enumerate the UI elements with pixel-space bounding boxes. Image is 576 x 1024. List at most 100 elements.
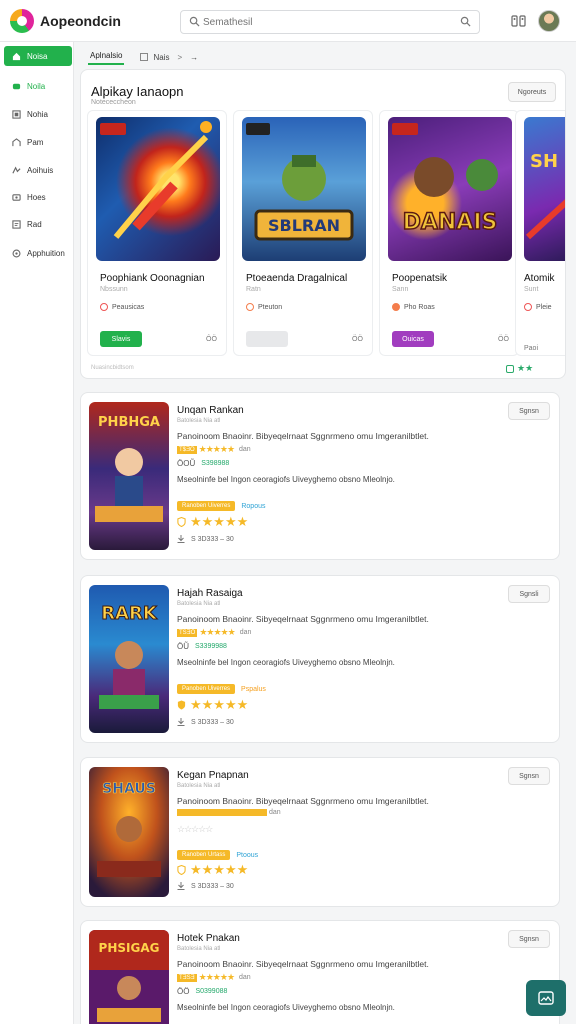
sidebar-item-settings[interactable]: Apphuition <box>4 243 72 263</box>
sidebar-item-home[interactable]: Noisa <box>4 46 72 66</box>
game-card[interactable]: SH Atomik Sunt Pleie Paoi <box>515 110 565 356</box>
apps-icon <box>12 109 21 119</box>
svg-text:PHBHGA: PHBHGA <box>98 415 160 430</box>
svg-text:DANAIS: DANAIS <box>403 210 498 235</box>
svg-text:PHSIGAG: PHSIGAG <box>99 941 160 955</box>
card-install-button[interactable]: Ouicas <box>392 331 434 347</box>
item-footer: S 3D333 – 30 <box>177 882 234 890</box>
item-subtitle: Batolesia Nia atl <box>177 418 221 424</box>
card-meta: ÖÖ <box>498 336 509 343</box>
card-install-button[interactable]: Slavis <box>100 331 142 347</box>
item-badges: Ranoben Uiverres Ropous <box>177 501 266 511</box>
sidebar-item-label: Aoihuis <box>27 165 54 175</box>
category-link[interactable]: Pspalus <box>241 686 266 693</box>
search-submit-icon[interactable] <box>460 16 471 27</box>
avatar[interactable] <box>538 10 560 32</box>
download-icon <box>177 882 185 890</box>
tab-current[interactable]: Aplnalsio <box>88 49 125 65</box>
item-action-button[interactable]: Sgnsli <box>508 585 550 603</box>
sidebar-item-library[interactable]: Rad <box>4 214 72 234</box>
rating-label: dan <box>239 974 251 981</box>
item-subtitle: Batolesia Nia atl <box>177 601 221 607</box>
kids-icon <box>12 193 21 201</box>
search-box[interactable] <box>180 10 480 34</box>
star-rating-icon: ★★★★★ <box>198 972 235 982</box>
notifications-icon[interactable] <box>511 14 527 28</box>
item-footer: S 3D333 – 30 <box>177 718 234 726</box>
card-subtitle: Ratn <box>246 286 261 293</box>
see-more-button[interactable]: Ngoreuts <box>508 82 556 102</box>
download-icon <box>177 718 185 726</box>
star-rating-icon: ★★★★★ <box>199 627 235 637</box>
item-action-button[interactable]: Sgnsn <box>508 402 550 420</box>
download-icon <box>177 535 185 543</box>
card-tag: Pteuton <box>246 303 282 311</box>
sidebar-item-apps[interactable]: Nohia <box>4 104 72 124</box>
sidebar-item-games[interactable]: Noila <box>4 76 72 96</box>
item-stats: ÖŨ S3399988 <box>177 642 227 651</box>
category-link[interactable]: Ropous <box>241 503 265 510</box>
list-item[interactable]: RARK Hajah Rasaiga Batolesia Nia atl Pan… <box>80 575 560 743</box>
carousel-nav[interactable]: ★★ <box>506 363 533 374</box>
settings-icon <box>12 249 21 257</box>
floating-action-button[interactable] <box>526 980 566 1016</box>
item-badges: Ranoben Urtass Ptoous <box>177 850 258 860</box>
sidebar-item-movies[interactable]: Pam <box>4 132 72 152</box>
search-input[interactable] <box>203 14 443 30</box>
svg-text:SH: SH <box>530 151 558 172</box>
list-item[interactable]: SHAUS Kegan Pnapnan Batolesia Nia atl Pa… <box>80 757 560 907</box>
stats-value: S398988 <box>201 460 230 467</box>
game-card[interactable]: SBLRAN Ptoeaenda Dragalnical Ratn Pteuto… <box>233 110 373 356</box>
item-action-button[interactable]: Sgnsn <box>508 930 550 948</box>
breadcrumb: Aplnalsio Nais > → <box>88 48 198 66</box>
footer-text: S 3D333 – 30 <box>191 882 234 890</box>
footer-text: S 3D333 – 30 <box>191 535 234 543</box>
star-rating-icon: ★★★★★ <box>190 514 249 529</box>
item-rating: T$ƎÖ ★★★★★ dan <box>177 444 251 455</box>
game-card[interactable]: Poophiank Ooonagnian Nbssunn Peausicas S… <box>87 110 227 356</box>
sidebar-item-label: Noisa <box>27 51 48 61</box>
card-tag: Pho Roas <box>392 303 435 311</box>
carousel-dots[interactable]: ★★ <box>517 363 533 374</box>
item-description-secondary: Mseolninfe bel Ingon ceoragiofs Uiveyghe… <box>177 1003 395 1012</box>
list-item[interactable]: PHBHGA Unqan Rankan Batolesia Nia atl Pa… <box>80 392 560 560</box>
category-badge: Panoben Uiverres <box>177 684 236 694</box>
sidebar-item-kids[interactable]: Hoes <box>4 187 72 207</box>
item-description-secondary: Mseolninfe bel Ingon ceoragiofs Uiveyghe… <box>177 658 395 667</box>
item-title: Hotek Pnakan <box>177 933 240 944</box>
item-subtitle: Batolesia Nia atl <box>177 783 221 789</box>
shield-icon <box>177 865 186 875</box>
item-title: Unqan Rankan <box>177 405 244 416</box>
footer-text: S 3D333 – 30 <box>191 718 234 726</box>
item-stars: ★★★★★ <box>177 697 248 713</box>
item-description: Panoinoom Bnaoinr. Bibyeqelrnaat Sggnrme… <box>177 431 429 441</box>
breadcrumb-item[interactable]: Nais <box>153 53 169 62</box>
card-install-button[interactable] <box>246 331 288 347</box>
list-item[interactable]: PHSIGAG Hotek Pnakan Batolesia Nia atl P… <box>80 920 560 1024</box>
item-action-button[interactable]: Sgnsn <box>508 767 550 785</box>
item-stats: ÖÖ S0399088 <box>177 987 227 996</box>
category-link[interactable]: Ptoous <box>236 852 258 859</box>
rating-badge <box>177 809 267 816</box>
games-icon <box>12 83 21 89</box>
sidebar-item-books[interactable]: Aoihuis <box>4 160 72 180</box>
card-tag-label: Pho Roas <box>404 303 435 311</box>
card-button-label[interactable]: Paoi <box>524 345 538 352</box>
card-subtitle: Nbssunn <box>100 286 128 293</box>
movies-icon <box>12 137 21 146</box>
game-artwork: SH <box>524 117 565 261</box>
item-subtitle: Batolesia Nia atl <box>177 946 221 952</box>
svg-text:SBLRAN: SBLRAN <box>268 216 340 235</box>
card-title: Poophiank Ooonagnian <box>100 273 205 284</box>
breadcrumb-arrow[interactable]: → <box>190 53 198 62</box>
breadcrumb-separator: > <box>177 52 183 62</box>
item-rating: dan <box>177 809 281 816</box>
app-logo[interactable] <box>10 9 34 33</box>
card-tag-label: Pteuton <box>258 303 283 311</box>
game-card[interactable]: DANAIS Poopenatsik Sann Pho Roas Ouicas … <box>379 110 519 356</box>
item-badges: Panoben Uiverres Pspalus <box>177 684 266 694</box>
sidebar-item-label: Nohia <box>27 109 48 119</box>
featured-section: Alpikay Ianaopn Notececcheon Ngoreuts Po… <box>80 69 566 379</box>
tag-icon <box>524 303 532 311</box>
carousel-prev-icon[interactable] <box>506 364 514 373</box>
